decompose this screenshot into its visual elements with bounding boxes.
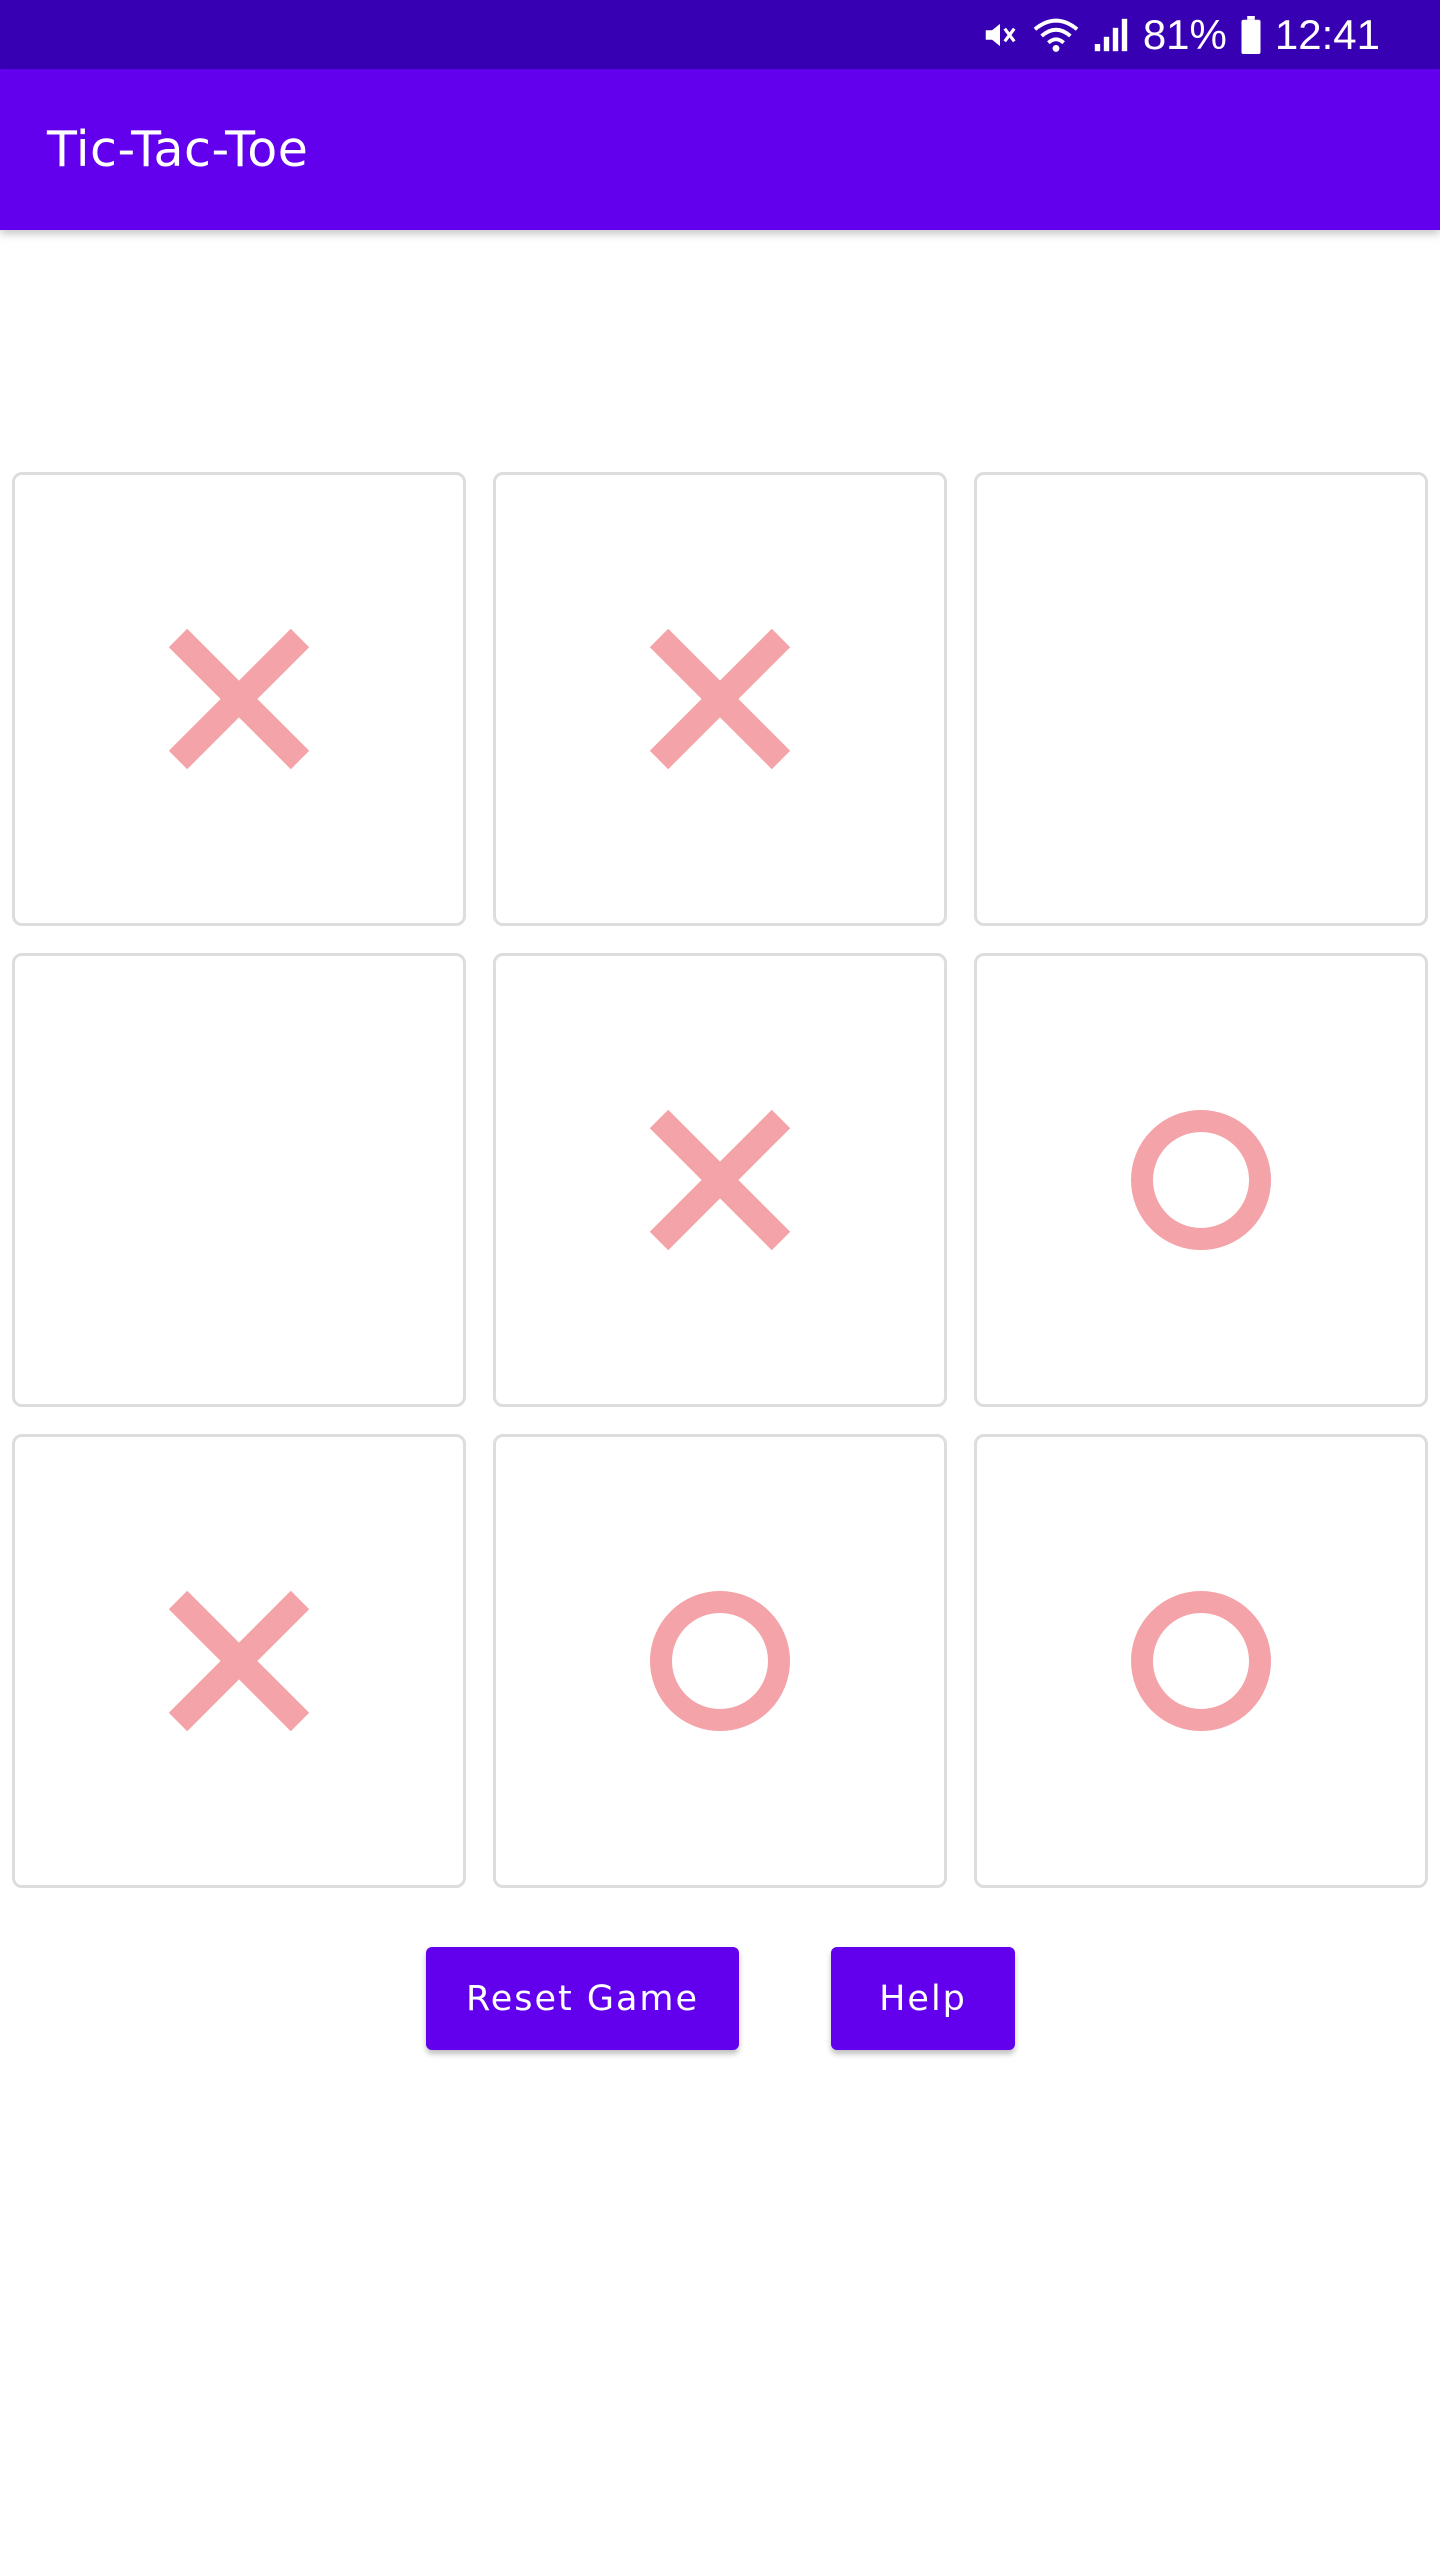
app-bar: Tic-Tac-Toe xyxy=(0,69,1440,230)
battery-percentage: 81% xyxy=(1142,10,1227,58)
board-cell[interactable]: X xyxy=(493,472,947,926)
x-mark-icon xyxy=(649,1109,791,1251)
board-cell[interactable] xyxy=(974,472,1428,926)
o-mark-icon xyxy=(1131,1110,1271,1250)
board-cell[interactable]: X xyxy=(12,472,466,926)
battery-icon xyxy=(1241,15,1261,54)
o-mark-icon xyxy=(650,1591,790,1731)
board-cell[interactable]: X xyxy=(493,953,947,1407)
board-cell[interactable]: O xyxy=(493,1434,947,1888)
clock: 12:41 xyxy=(1274,10,1380,58)
x-mark-icon xyxy=(168,628,310,770)
x-mark-icon xyxy=(168,1590,310,1732)
signal-icon xyxy=(1093,17,1129,53)
o-mark-icon xyxy=(1131,1591,1271,1731)
wifi-icon xyxy=(1033,15,1079,55)
board-cell[interactable] xyxy=(12,953,466,1407)
board-cell[interactable]: X xyxy=(12,1434,466,1888)
game-board: X X X O X O O xyxy=(12,472,1428,1890)
help-button[interactable]: Help xyxy=(831,1947,1015,2050)
mute-icon xyxy=(981,16,1019,54)
status-bar: 81% 12:41 xyxy=(0,0,1440,69)
status-icons: 81% 12:41 xyxy=(981,0,1380,69)
board-cell[interactable]: O xyxy=(974,1434,1428,1888)
reset-game-button[interactable]: Reset Game xyxy=(426,1947,739,2050)
app-title: Tic-Tac-Toe xyxy=(47,121,309,178)
x-mark-icon xyxy=(649,628,791,770)
board-cell[interactable]: O xyxy=(974,953,1428,1407)
